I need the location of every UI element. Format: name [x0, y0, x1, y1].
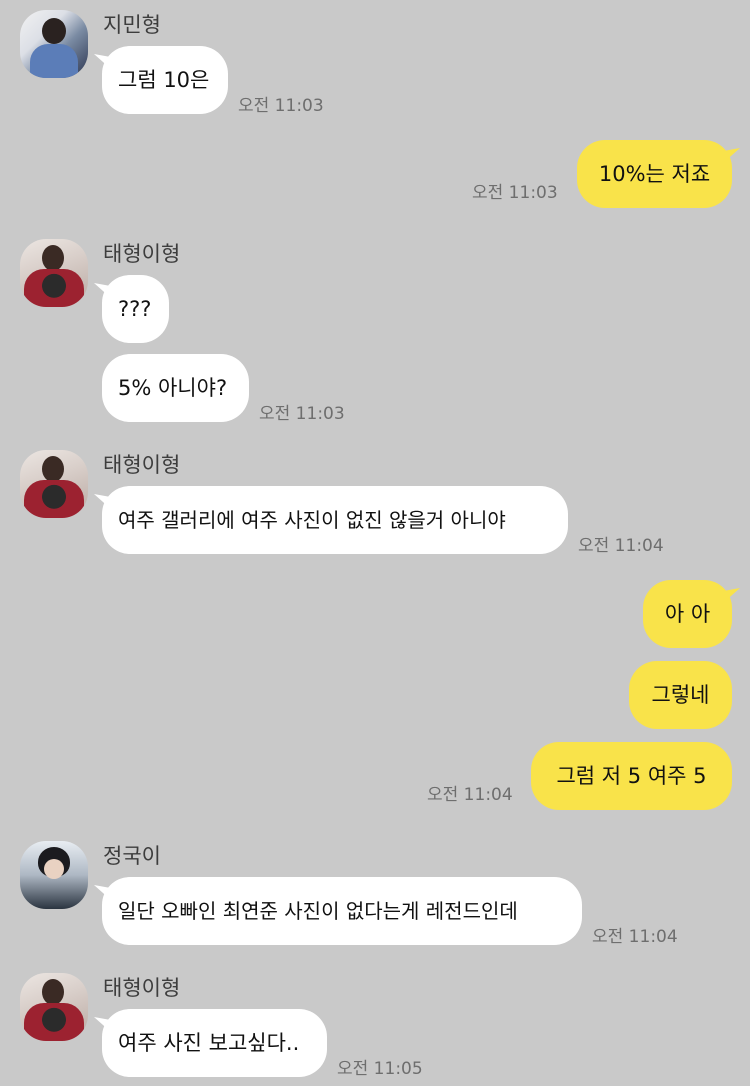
avatar-taehyung[interactable]	[20, 973, 88, 1041]
message-bubble-incoming[interactable]: 여주 사진 보고싶다..	[102, 1009, 327, 1077]
sender-name: 태형이형	[103, 242, 181, 266]
message-bubble-incoming[interactable]: 일단 오빠인 최연준 사진이 없다는게 레전드인데	[102, 877, 582, 945]
message-bubble-incoming[interactable]: ???	[102, 275, 169, 343]
message-timestamp: 오전 11:03	[238, 96, 324, 116]
sender-name: 태형이형	[103, 453, 181, 477]
avatar-taehyung[interactable]	[20, 450, 88, 518]
message-timestamp: 오전 11:03	[472, 183, 558, 203]
message-timestamp: 오전 11:05	[337, 1059, 423, 1079]
message-timestamp: 오전 11:04	[592, 927, 678, 947]
message-bubble-outgoing[interactable]: 10%는 저죠	[577, 140, 732, 208]
sender-name: 정국이	[103, 844, 161, 868]
avatar-jimin[interactable]	[20, 10, 88, 78]
message-bubble-incoming[interactable]: 5% 아니야?	[102, 354, 249, 422]
message-timestamp: 오전 11:04	[578, 536, 664, 556]
message-timestamp: 오전 11:04	[427, 785, 513, 805]
avatar-taehyung[interactable]	[20, 239, 88, 307]
message-bubble-outgoing[interactable]: 그렇네	[629, 661, 732, 729]
sender-name: 지민형	[103, 13, 161, 37]
message-bubble-incoming[interactable]: 여주 갤러리에 여주 사진이 없진 않을거 아니야	[102, 486, 568, 554]
sender-name: 태형이형	[103, 976, 181, 1000]
message-bubble-outgoing[interactable]: 아 아	[643, 580, 732, 648]
message-bubble-incoming[interactable]: 그럼 10은	[102, 46, 228, 114]
avatar-jungkook[interactable]	[20, 841, 88, 909]
message-bubble-outgoing[interactable]: 그럼 저 5 여주 5	[531, 742, 732, 810]
message-timestamp: 오전 11:03	[259, 404, 345, 424]
